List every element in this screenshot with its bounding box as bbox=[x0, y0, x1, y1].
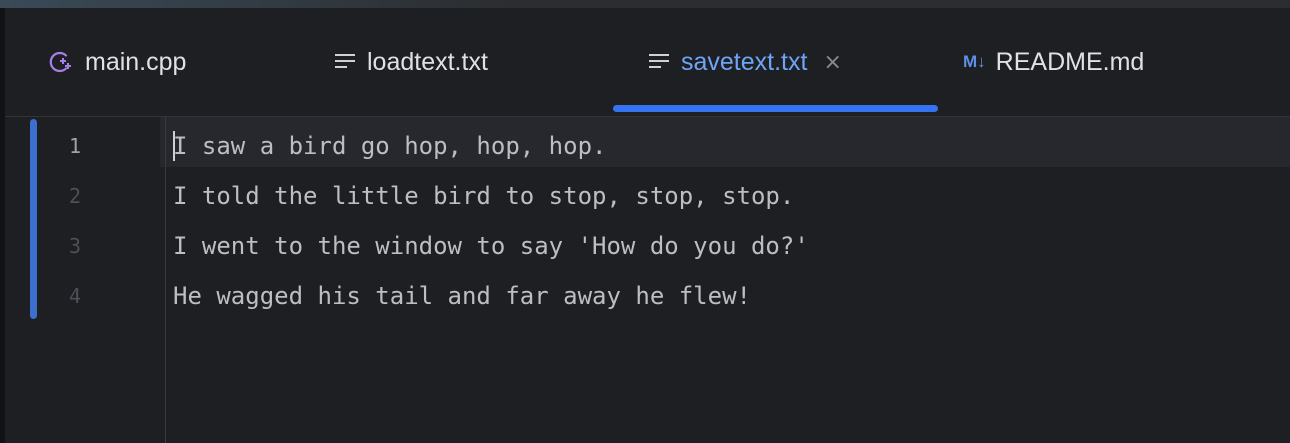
tab-loadtext-txt[interactable]: loadtext.txt bbox=[333, 8, 488, 116]
code-line[interactable]: 4 He wagged his tail and far away he fle… bbox=[5, 271, 1290, 321]
line-number: 2 bbox=[68, 184, 82, 208]
tab-readme-md[interactable]: M↓ README.md bbox=[963, 8, 1144, 116]
active-tab-indicator bbox=[613, 105, 938, 112]
window-top-edge bbox=[0, 0, 1290, 8]
tab-label: README.md bbox=[995, 47, 1145, 76]
line-text: He wagged his tail and far away he flew! bbox=[173, 282, 751, 310]
code-line[interactable]: 1 I saw a bird go hop, hop, hop. bbox=[5, 121, 1290, 171]
line-number: 3 bbox=[68, 234, 82, 258]
tab-label: main.cpp bbox=[85, 47, 187, 76]
line-number: 4 bbox=[68, 284, 82, 308]
close-tab-icon[interactable]: × bbox=[823, 50, 841, 75]
markdown-badge: M↓ bbox=[963, 52, 986, 71]
code-line[interactable]: 3 I went to the window to say 'How do yo… bbox=[5, 221, 1290, 271]
line-number: 1 bbox=[68, 134, 82, 158]
code-editor[interactable]: 1 I saw a bird go hop, hop, hop. 2 I tol… bbox=[5, 117, 1290, 443]
tab-main-cpp[interactable]: main.cpp bbox=[47, 8, 186, 116]
line-text: I saw a bird go hop, hop, hop. bbox=[173, 132, 607, 160]
line-text: I went to the window to say 'How do you … bbox=[173, 232, 809, 260]
line-text: I told the little bird to stop, stop, st… bbox=[173, 182, 795, 210]
tab-label: savetext.txt bbox=[681, 47, 808, 76]
tab-savetext-txt[interactable]: savetext.txt × bbox=[647, 8, 842, 116]
editor-tab-bar: main.cpp loadtext.txt savetext.txt × M↓ … bbox=[5, 8, 1290, 117]
text-caret bbox=[173, 131, 175, 161]
code-line[interactable]: 2 I told the little bird to stop, stop, … bbox=[5, 171, 1290, 221]
markdown-file-icon: M↓ bbox=[963, 52, 986, 72]
tab-label: loadtext.txt bbox=[367, 47, 488, 76]
text-file-icon bbox=[647, 51, 671, 73]
editor-window: main.cpp loadtext.txt savetext.txt × M↓ … bbox=[0, 0, 1290, 443]
text-file-icon bbox=[333, 51, 357, 73]
cpp-file-icon bbox=[47, 48, 75, 76]
